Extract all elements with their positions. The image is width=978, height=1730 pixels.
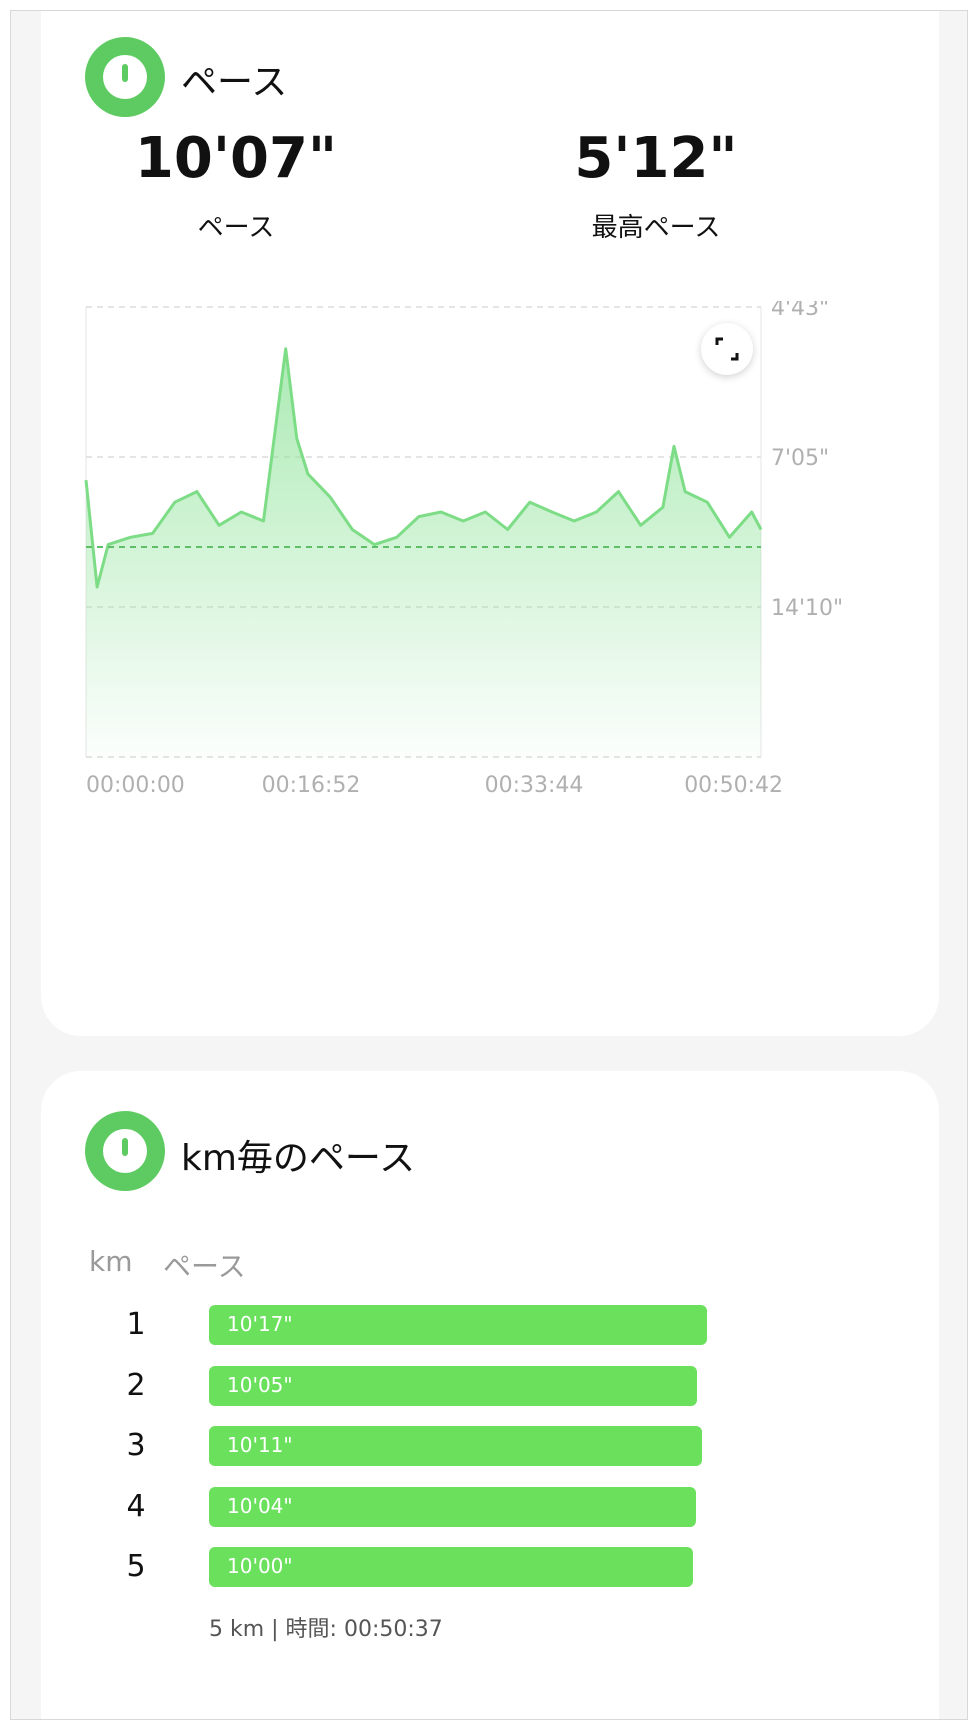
x-tick-label: 00:33:44 xyxy=(485,773,584,798)
pace-title: ペース xyxy=(181,62,288,103)
km-number: 2 xyxy=(126,1367,146,1403)
avg-pace-value: 10'07" xyxy=(134,126,338,191)
km-pace-value: 10'00" xyxy=(227,1554,293,1578)
expand-chart-button[interactable] xyxy=(701,323,753,375)
km-number: 5 xyxy=(126,1549,146,1584)
y-tick-label: 14'10" xyxy=(771,596,843,621)
pace-chart: 4'43" 7'05" 14'10" 00:00:00 00:16:52 00:33:44… xyxy=(84,301,843,798)
best-pace-value: 5'12" xyxy=(574,126,738,191)
km-pace-bar: 10'05" xyxy=(209,1365,697,1406)
km-pace-bar: 10'17" xyxy=(209,1305,707,1345)
km-number: 4 xyxy=(126,1488,146,1524)
y-tick-label: 7'05" xyxy=(771,446,829,471)
best-pace-label: 最高ペース xyxy=(591,213,721,243)
app-screen: ペース 10'07" ペース 5'12" 最高ペース 4'43" 7'05" 14'… xyxy=(10,10,968,1720)
km-pace-card: km毎のペース km ペース 1 10'17" 2 10'05" 3 10'11" 4 10'… xyxy=(41,1071,939,1719)
expand-icon xyxy=(715,337,739,361)
km-summary: 5 km | 時間: 00:50:37 xyxy=(209,1617,443,1642)
km-pace-bar: 10'00" xyxy=(209,1547,693,1587)
km-number: 1 xyxy=(126,1307,146,1342)
x-tick-label: 00:16:52 xyxy=(262,773,361,798)
speedometer-icon xyxy=(85,37,165,117)
km-pace-value: 10'04" xyxy=(227,1493,293,1518)
x-tick-label: 00:50:42 xyxy=(684,773,783,798)
km-pace-value: 10'17" xyxy=(227,1312,293,1336)
x-tick-label: 00:00:00 xyxy=(86,773,185,798)
pace-area-fill xyxy=(86,348,761,757)
km-pace-bar: 10'04" xyxy=(209,1486,696,1527)
km-pace-value: 10'11" xyxy=(227,1433,293,1457)
km-column-header: km xyxy=(89,1245,133,1278)
km-pace-bar: 10'11" xyxy=(209,1426,702,1466)
y-tick-label: 4'43" xyxy=(771,301,829,321)
avg-pace-label: ペース xyxy=(197,213,275,243)
km-pace-title: km毎のペース xyxy=(181,1138,416,1179)
km-pace-value: 10'05" xyxy=(227,1372,293,1397)
pace-column-header: ペース xyxy=(163,1250,246,1283)
speedometer-icon xyxy=(85,1111,165,1191)
km-number: 3 xyxy=(126,1428,146,1463)
pace-card: ペース 10'07" ペース 5'12" 最高ペース 4'43" 7'05" 14'… xyxy=(41,11,939,1036)
